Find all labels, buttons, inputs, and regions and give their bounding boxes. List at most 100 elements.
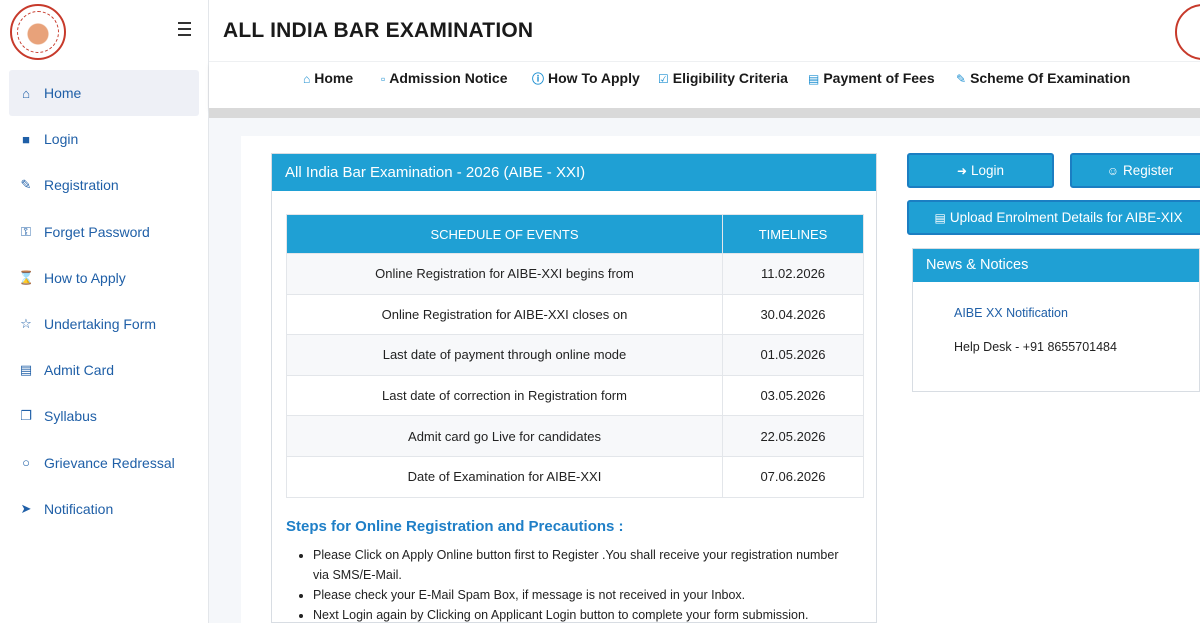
date-cell: 11.02.2026: [722, 253, 864, 295]
topnav-label: How To Apply: [548, 70, 640, 86]
topnav-admission-notice[interactable]: ▫ Admission Notice: [381, 70, 508, 86]
bullhorn-icon: ➤: [20, 500, 32, 516]
event-cell: Last date of correction in Registration …: [286, 374, 723, 417]
table-row: Last date of payment through online mode…: [286, 334, 864, 376]
topnav-payment-of-fees[interactable]: ▤ Payment of Fees: [808, 70, 935, 86]
sidebar-item-label: Registration: [44, 177, 119, 194]
news-title: News & Notices: [913, 249, 1199, 282]
top-nav: ⌂ Home ▫ Admission Notice ⓘ How To Apply ☑ E…: [209, 62, 1200, 108]
topnav-label: Admission Notice: [389, 70, 508, 86]
upload-enrolment-button[interactable]: ▤ Upload Enrolment Details for AIBE-XIX: [907, 200, 1200, 235]
event-cell: Online Registration for AIBE-XXI begins …: [286, 253, 723, 295]
login-button[interactable]: ➜ Login: [907, 153, 1054, 188]
table-row: Date of Examination for AIBE-XXI 07.06.20…: [286, 455, 864, 498]
page-header: ALL INDIA BAR EXAMINATION: [209, 0, 1200, 62]
sidebar-item-how-to-apply[interactable]: ⌛ How to Apply: [0, 255, 208, 301]
sidebar-item-registration[interactable]: ✎ Registration: [0, 162, 208, 208]
sign-in-icon: ➜: [956, 163, 967, 178]
date-cell: 01.05.2026: [722, 334, 864, 376]
sidebar-item-home[interactable]: ⌂ Home: [9, 70, 199, 117]
hourglass-icon: ⌛: [18, 269, 35, 285]
comments-icon: ○: [22, 455, 30, 471]
upload-button-label: Upload Enrolment Details for AIBE-XIX: [949, 210, 1183, 225]
sidebar-item-label: Syllabus: [44, 408, 97, 425]
sidebar-item-notification[interactable]: ➤ Notification: [0, 486, 208, 532]
sidebar-item-forget-password[interactable]: ⚿ Forget Password: [0, 209, 208, 255]
register-button-label: Register: [1122, 163, 1174, 178]
sidebar-item-admit-card[interactable]: ▤ Admit Card: [0, 347, 208, 393]
sidebar-item-label: Notification: [44, 500, 114, 517]
divider: [209, 108, 1200, 118]
date-cell: 07.06.2026: [722, 455, 864, 498]
sidebar-item-undertaking-form[interactable]: ☆ Undertaking Form: [0, 301, 208, 347]
sidebar-item-label: Forget Password: [44, 223, 150, 240]
home-icon: ⌂: [303, 72, 311, 86]
table-row: Admit card go Live for candidates 22.05.2…: [286, 415, 864, 457]
id-card-icon: ▤: [934, 210, 946, 225]
helpdesk-text: Help Desk - +91 8655701484: [954, 340, 1117, 354]
date-cell: 30.04.2026: [722, 293, 864, 336]
sidebar: ⌂ Home ■ Login ✎ Registration ⚿ Forget Passw…: [0, 0, 209, 623]
topnav-label: Eligibility Criteria: [672, 70, 788, 86]
bci-logo-right: [1175, 4, 1200, 60]
bci-logo[interactable]: [10, 4, 66, 60]
topnav-how-to-apply[interactable]: ⓘ How To Apply: [532, 70, 640, 87]
emblem-icon: [17, 11, 59, 53]
page-title: ALL INDIA BAR EXAMINATION: [223, 19, 534, 42]
sidebar-item-grievance-redressal[interactable]: ○ Grievance Redressal: [0, 440, 208, 486]
topnav-label: Scheme Of Examination: [970, 70, 1131, 86]
table-header-row: SCHEDULE OF EVENTS TIMELINES: [286, 214, 864, 254]
steps-title: Steps for Online Registration and Precau…: [286, 518, 624, 535]
table-row: Online Registration for AIBE-XXI begins …: [286, 253, 864, 295]
news-panel: News & Notices AIBE XX Notification Help…: [912, 248, 1200, 392]
sidebar-item-login[interactable]: ■ Login: [0, 116, 208, 162]
edit-icon: ✎: [20, 177, 32, 193]
date-cell: 22.05.2026: [722, 415, 864, 457]
file-icon: ▫: [381, 72, 386, 86]
panel-title: All India Bar Examination - 2026 (AIBE -…: [272, 154, 876, 191]
sidebar-nav: ⌂ Home ■ Login ✎ Registration ⚿ Forget Passw…: [0, 62, 208, 532]
topnav-label: Home: [314, 70, 354, 86]
notification-link[interactable]: AIBE XX Notification: [954, 306, 1068, 320]
copy-icon: ❐: [20, 408, 32, 424]
schedule-table: SCHEDULE OF EVENTS TIMELINES Online Regi…: [286, 214, 864, 498]
handshake-icon: ☆: [20, 316, 32, 332]
column-header-timelines: TIMELINES: [722, 214, 864, 254]
list-item: Please Click on Apply Online button firs…: [313, 545, 853, 585]
sidebar-item-label: Login: [44, 131, 79, 148]
page: ⌂ Home ■ Login ✎ Registration ⚿ Forget Passw…: [0, 0, 1200, 623]
id-card-icon: ▤: [19, 362, 33, 378]
login-button-label: Login: [971, 163, 1005, 178]
question-circle-icon: ⓘ: [532, 72, 545, 86]
home-icon: ⌂: [22, 85, 30, 101]
key-icon: ⚿: [21, 223, 31, 239]
sidebar-item-label: Home: [44, 85, 82, 102]
user-plus-icon: ☺: [1106, 163, 1119, 178]
menu-toggle-icon[interactable]: [178, 22, 191, 36]
sidebar-item-label: Admit Card: [44, 362, 115, 379]
topnav-home[interactable]: ⌂ Home: [303, 70, 353, 86]
topnav-eligibility-criteria[interactable]: ☑ Eligibility Criteria: [658, 70, 788, 86]
event-cell: Last date of payment through online mode: [286, 334, 723, 376]
exam-panel: All India Bar Examination - 2026 (AIBE -…: [271, 153, 877, 623]
topnav-scheme-of-examination[interactable]: ✎ Scheme Of Examination: [956, 70, 1130, 86]
lock-icon: ■: [22, 131, 30, 147]
sidebar-item-label: How to Apply: [44, 269, 126, 286]
event-cell: Admit card go Live for candidates: [286, 415, 723, 457]
table-row: Online Registration for AIBE-XXI closes …: [286, 293, 864, 336]
table-row: Last date of correction in Registration …: [286, 374, 864, 417]
sidebar-item-syllabus[interactable]: ❐ Syllabus: [0, 393, 208, 439]
credit-card-icon: ▤: [808, 72, 820, 86]
event-cell: Online Registration for AIBE-XXI closes …: [286, 293, 723, 336]
edit-icon: ✎: [956, 72, 967, 86]
topnav-label: Payment of Fees: [823, 70, 935, 86]
date-cell: 03.05.2026: [722, 374, 864, 417]
list-item: Please check your E-Mail Spam Box, if me…: [313, 585, 853, 605]
list-item: Next Login again by Clicking on Applican…: [313, 605, 853, 623]
sidebar-item-label: Undertaking Form: [44, 316, 157, 333]
check-square-icon: ☑: [658, 72, 669, 86]
column-header-events: SCHEDULE OF EVENTS: [286, 214, 723, 254]
sidebar-item-label: Grievance Redressal: [44, 454, 175, 471]
steps-list: Please Click on Apply Online button firs…: [313, 545, 853, 623]
register-button[interactable]: ☺ Register: [1070, 153, 1200, 188]
